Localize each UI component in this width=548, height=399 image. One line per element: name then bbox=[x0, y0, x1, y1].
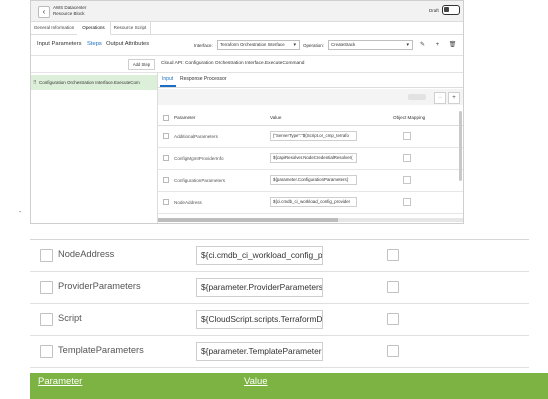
cloud-api-title: Cloud API: Configuration Orchestration I… bbox=[161, 61, 305, 66]
draft-toggle[interactable] bbox=[442, 5, 460, 15]
param-name: NodeAddress bbox=[58, 249, 115, 259]
drag-handle-icon[interactable]: ⠿ bbox=[33, 80, 37, 86]
param-value-input[interactable]: ${CloudScript.scripts.TerraformDeploy} bbox=[196, 310, 323, 329]
record-title-line1: AWS Datacenter bbox=[53, 5, 87, 10]
table-row: TemplateParameters ${parameter.TemplateP… bbox=[30, 336, 529, 368]
object-mapping-checkbox[interactable] bbox=[387, 345, 399, 357]
table-row: NodeAddress ${ci.cmdb_ci_workload_config… bbox=[30, 240, 529, 272]
toggle-knob bbox=[444, 7, 449, 12]
header-object-mapping: Object Mapping bbox=[393, 115, 426, 120]
remove-icon[interactable]: − bbox=[434, 92, 446, 104]
table-row: ConfigMgmtProviderInfo ${capiResolver.No… bbox=[158, 148, 463, 170]
chevron-down-icon: ▾ bbox=[293, 42, 296, 48]
table-row: AdditionalParameters {"ServerType":"${Sc… bbox=[158, 126, 463, 148]
record-title: AWS Datacenter Resource Block bbox=[53, 5, 86, 16]
param-value-input[interactable]: ${parameter.TemplateParameters} bbox=[196, 342, 323, 361]
main-tabs: General Information Operations Resource … bbox=[31, 22, 463, 35]
param-name: AdditionalParameters bbox=[174, 134, 218, 139]
table-header: Parameter Value Object Mapping bbox=[158, 111, 463, 126]
param-name: ProviderParameters bbox=[58, 281, 141, 291]
row-checkbox[interactable] bbox=[163, 177, 169, 183]
param-value-input[interactable]: ${capiResolver.NodeCredentialResolver( bbox=[270, 153, 357, 163]
row-checkbox[interactable] bbox=[40, 281, 53, 294]
row-checkbox[interactable] bbox=[40, 345, 53, 358]
object-mapping-checkbox[interactable] bbox=[403, 198, 411, 206]
param-value-input[interactable]: ${parameter.ProviderParameters} bbox=[196, 278, 323, 297]
step-item-label: Configuration Orchestration Interface.Ex… bbox=[39, 80, 140, 85]
green-header-bar: Parameter Value bbox=[30, 373, 548, 399]
tab-input[interactable]: Input bbox=[162, 76, 173, 82]
sub-tab-bar: Input Parameters Steps Output Attributes… bbox=[31, 35, 463, 56]
table-toolbar: − + bbox=[158, 89, 463, 105]
row-checkbox[interactable] bbox=[163, 199, 169, 205]
param-name: ConfigurationParameters bbox=[174, 178, 226, 183]
object-mapping-checkbox[interactable] bbox=[387, 313, 399, 325]
top-screenshot: ‹ AWS Datacenter Resource Block Draft Ge… bbox=[30, 0, 464, 224]
select-all-checkbox[interactable] bbox=[163, 115, 169, 121]
add-row-icon[interactable]: + bbox=[448, 92, 460, 104]
tab-general-information[interactable]: General Information bbox=[31, 22, 78, 34]
operation-label: Operation: bbox=[303, 43, 325, 48]
param-name: ConfigMgmtProviderInfo bbox=[174, 156, 224, 161]
add-step-button[interactable]: Add Step bbox=[128, 59, 155, 70]
step-item[interactable]: ⠿ Configuration Orchestration Interface.… bbox=[31, 75, 157, 90]
object-mapping-checkbox[interactable] bbox=[403, 154, 411, 162]
operation-select-value: CreateStack bbox=[331, 42, 356, 47]
row-checkbox[interactable] bbox=[163, 155, 169, 161]
interface-label: Interface: bbox=[194, 43, 213, 48]
green-header-value[interactable]: Value bbox=[244, 376, 268, 387]
back-button[interactable]: ‹ bbox=[38, 6, 50, 18]
row-checkbox[interactable] bbox=[40, 313, 53, 326]
scrollbar-thumb[interactable] bbox=[158, 218, 338, 222]
interface-select-value: Terraform Orchestration Interface bbox=[220, 42, 285, 47]
detail-tabs: Input Response Processor bbox=[158, 72, 463, 88]
active-tab-indicator bbox=[160, 85, 176, 87]
add-icon[interactable]: + bbox=[432, 40, 443, 50]
interface-select[interactable]: Terraform Orchestration Interface ▾ bbox=[217, 40, 300, 50]
row-checkbox[interactable] bbox=[163, 133, 169, 139]
tab-output-attributes[interactable]: Output Attributes bbox=[106, 41, 149, 47]
vertical-scrollbar[interactable] bbox=[459, 111, 462, 181]
tab-response-processor[interactable]: Response Processor bbox=[180, 76, 226, 82]
step-toolbar: Add Step Cloud API: Configuration Orches… bbox=[31, 56, 463, 73]
row-checkbox[interactable] bbox=[40, 249, 53, 262]
tab-resource-script[interactable]: Resource Script bbox=[110, 22, 151, 34]
tab-operations[interactable]: Operations bbox=[77, 22, 111, 35]
object-mapping-checkbox[interactable] bbox=[387, 249, 399, 261]
record-title-line2: Resource Block bbox=[53, 10, 85, 16]
separator-mark: - bbox=[19, 209, 22, 216]
param-value-input[interactable]: ${ci.cmdb_ci_workload_config_provider bbox=[270, 197, 357, 207]
table-row: NodeAddress ${ci.cmdb_ci_workload_config… bbox=[158, 192, 463, 214]
draft-label: Draft bbox=[429, 8, 439, 13]
chevron-down-icon: ▾ bbox=[406, 42, 409, 48]
table-row: Script ${CloudScript.scripts.TerraformDe… bbox=[30, 304, 529, 336]
edit-icon[interactable]: ✎ bbox=[417, 40, 428, 50]
param-value-input[interactable]: ${parameter.ConfigurationParameters} bbox=[270, 175, 357, 185]
object-mapping-checkbox[interactable] bbox=[403, 176, 411, 184]
zoomed-table: NodeAddress ${ci.cmdb_ci_workload_config… bbox=[30, 239, 529, 368]
param-name: Script bbox=[58, 313, 82, 323]
header-parameter: Parameter bbox=[174, 115, 196, 120]
record-header: ‹ AWS Datacenter Resource Block Draft bbox=[31, 1, 463, 22]
operation-select[interactable]: CreateStack ▾ bbox=[328, 40, 413, 50]
table-row: ConfigurationParameters ${parameter.Conf… bbox=[158, 170, 463, 192]
green-header-parameter[interactable]: Parameter bbox=[38, 376, 82, 387]
param-value-input[interactable]: ${ci.cmdb_ci_workload_config_provide bbox=[196, 246, 323, 265]
param-value-input[interactable]: {"ServerType":"${Script.or_cmp_terrafo bbox=[270, 131, 357, 141]
param-name: TemplateParameters bbox=[58, 345, 144, 355]
object-mapping-checkbox[interactable] bbox=[403, 132, 411, 140]
object-mapping-checkbox[interactable] bbox=[387, 281, 399, 293]
table-row: ProviderParameters ${parameter.ProviderP… bbox=[30, 272, 529, 304]
param-name: NodeAddress bbox=[174, 200, 202, 205]
delete-icon[interactable]: 🗑 bbox=[447, 40, 458, 50]
tab-steps[interactable]: Steps bbox=[87, 41, 102, 47]
steps-list: ⠿ Configuration Orchestration Interface.… bbox=[31, 72, 158, 223]
tab-input-parameters[interactable]: Input Parameters bbox=[37, 41, 81, 47]
horizontal-scrollbar[interactable] bbox=[158, 218, 463, 222]
disabled-button bbox=[408, 94, 426, 100]
header-value: Value bbox=[270, 115, 282, 120]
